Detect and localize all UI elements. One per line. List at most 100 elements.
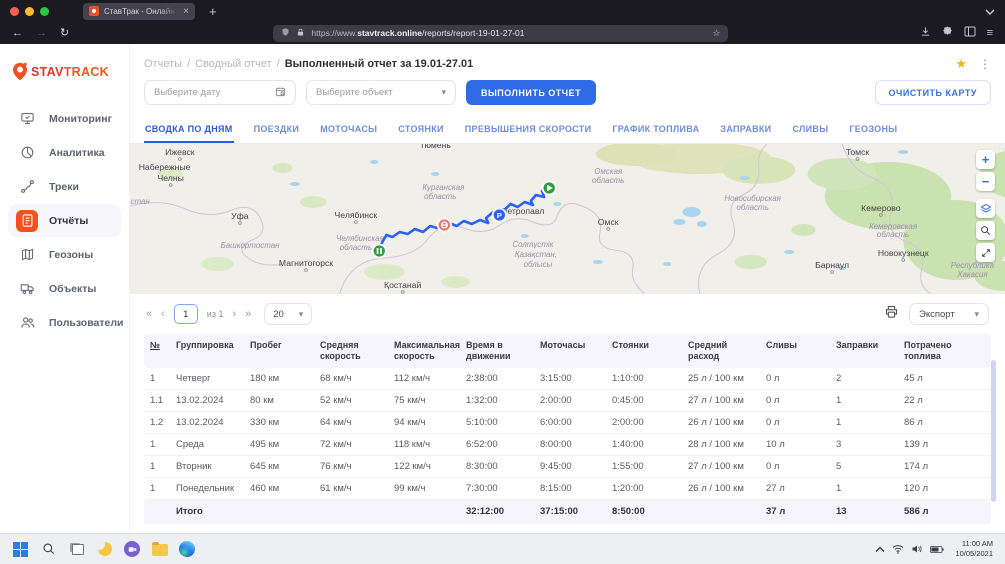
route-marker-parking[interactable]: P bbox=[493, 209, 506, 222]
map-region-label: область bbox=[592, 176, 624, 185]
chevron-down-icon: ▾ bbox=[974, 310, 979, 319]
stavtrack-logo[interactable]: STAVTRACK bbox=[0, 56, 129, 101]
calendar-icon[interactable] bbox=[275, 86, 286, 99]
fullscreen-button[interactable] bbox=[976, 243, 995, 262]
map-region-label: область bbox=[340, 243, 372, 252]
night-mode-moon-icon[interactable] bbox=[96, 541, 113, 558]
clear-map-button[interactable]: ОЧИСТИТЬ КАРТУ bbox=[875, 80, 991, 105]
taskbar-search-icon[interactable] bbox=[40, 541, 57, 558]
sidebar-item-label: Объекты bbox=[49, 283, 96, 295]
table-cell: 80 км bbox=[244, 395, 314, 406]
table-row[interactable]: 1Четверг180 км68 км/ч112 км/ч2:38:003:15… bbox=[144, 368, 991, 390]
map-search-button[interactable] bbox=[976, 221, 995, 240]
tab-7[interactable]: СЛИВЫ bbox=[791, 118, 829, 143]
tab-4[interactable]: ПРЕВЫШЕНИЯ СКОРОСТИ bbox=[464, 118, 593, 143]
tracking-shield-icon[interactable] bbox=[281, 24, 290, 42]
bookmark-star-icon[interactable]: ☆ bbox=[712, 28, 720, 39]
url-bar[interactable]: https://www.stavtrack.online/reports/rep… bbox=[273, 25, 728, 42]
next-page-button[interactable]: › bbox=[232, 309, 236, 320]
table-row[interactable]: 1Вторник645 км76 км/ч122 км/ч8:30:009:45… bbox=[144, 456, 991, 478]
tab-6[interactable]: ЗАПРАВКИ bbox=[719, 118, 772, 143]
favorite-star-icon[interactable]: ★ bbox=[955, 57, 967, 70]
table-cell: 1 bbox=[830, 395, 898, 406]
start-button[interactable] bbox=[12, 541, 29, 558]
run-report-button[interactable]: ВЫПОЛНИТЬ ОТЧЕТ bbox=[466, 80, 596, 105]
column-header: Заправки bbox=[830, 340, 898, 351]
sidebar-item-label: Аналитика bbox=[49, 147, 105, 159]
route-marker-alert[interactable] bbox=[438, 219, 451, 232]
table-row[interactable]: 1Понедельник460 км61 км/ч99 км/ч7:30:008… bbox=[144, 478, 991, 500]
map-region-label: область bbox=[737, 203, 769, 212]
route-marker-pause[interactable] bbox=[373, 245, 386, 258]
menu-icon[interactable]: ≡ bbox=[987, 27, 993, 39]
breadcrumb-reports-link[interactable]: Отчеты bbox=[144, 58, 182, 70]
sidebar-item-monitoring[interactable]: Мониторинг bbox=[8, 102, 121, 135]
tab-5[interactable]: ГРАФИК ТОПЛИВА bbox=[611, 118, 700, 143]
route-marker-play[interactable] bbox=[543, 182, 556, 195]
total-cell: 32:12:00 bbox=[460, 506, 534, 517]
table-cell: 118 км/ч bbox=[388, 439, 460, 450]
reload-icon[interactable]: ↻ bbox=[60, 28, 69, 39]
sidebar-toggle-icon[interactable] bbox=[964, 24, 976, 42]
task-view-icon[interactable] bbox=[68, 541, 85, 558]
system-tray[interactable]: 11:00 AM 10/05/2021 bbox=[875, 539, 993, 559]
table-row[interactable]: 1.213.02.2024330 км64 км/ч94 км/ч5:10:00… bbox=[144, 412, 991, 434]
zoom-in-button[interactable]: + bbox=[976, 150, 995, 169]
sidebar-item-analytics[interactable]: Аналитика bbox=[8, 136, 121, 169]
date-input[interactable]: Выберите дату bbox=[144, 80, 296, 105]
tab-2[interactable]: МОТОЧАСЫ bbox=[319, 118, 378, 143]
extensions-icon[interactable] bbox=[942, 24, 953, 42]
tab-close-icon[interactable]: × bbox=[183, 6, 189, 17]
export-select[interactable]: Экспорт ▾ bbox=[909, 303, 989, 325]
zoom-out-button[interactable]: − bbox=[976, 172, 995, 191]
table-cell: 0 л bbox=[760, 417, 830, 428]
edge-browser-icon[interactable] bbox=[179, 541, 195, 557]
sidebar-item-objects[interactable]: Объекты bbox=[8, 272, 121, 305]
sidebar-item-geozones[interactable]: Геозоны bbox=[8, 238, 121, 271]
file-explorer-icon[interactable] bbox=[151, 541, 168, 558]
table-cell: 52 км/ч bbox=[314, 395, 388, 406]
forward-icon[interactable]: → bbox=[36, 28, 47, 39]
total-cell: 37:15:00 bbox=[534, 506, 606, 517]
tab-1[interactable]: ПОЕЗДКИ bbox=[253, 118, 301, 143]
window-minimize-button[interactable] bbox=[25, 7, 34, 16]
new-tab-button[interactable]: + bbox=[209, 5, 217, 18]
window-maximize-button[interactable] bbox=[40, 7, 49, 16]
taskbar-clock[interactable]: 11:00 AM 10/05/2021 bbox=[955, 539, 993, 559]
sidebar-item-tracks[interactable]: Треки bbox=[8, 170, 121, 203]
map[interactable]: ИжевскНабережныеЧелныУфаЧелябинскМагнито… bbox=[130, 144, 1005, 294]
tab-3[interactable]: СТОЯНКИ bbox=[397, 118, 444, 143]
browser-tab[interactable]: СтавТрак - Онлайн мониторинг × bbox=[83, 3, 195, 20]
back-icon[interactable]: ← bbox=[12, 28, 23, 39]
tab-0[interactable]: СВОДКА ПО ДНЯМ bbox=[144, 118, 234, 143]
chat-icon[interactable] bbox=[124, 541, 140, 557]
object-select[interactable]: Выберите объект ▾ bbox=[306, 80, 456, 105]
window-close-button[interactable] bbox=[10, 7, 19, 16]
table-cell: 22 л bbox=[898, 395, 991, 406]
page-size-select[interactable]: 20 ▾ bbox=[264, 303, 312, 325]
sidebar-item-users[interactable]: Пользователи bbox=[8, 306, 121, 339]
last-page-button[interactable]: » bbox=[245, 309, 251, 320]
table-cell: 1 bbox=[830, 417, 898, 428]
tab-8[interactable]: ГЕОЗОНЫ bbox=[848, 118, 898, 143]
first-page-button[interactable]: « bbox=[146, 309, 152, 320]
prev-page-button[interactable]: ‹ bbox=[161, 309, 165, 320]
page-count-label: из 1 bbox=[207, 309, 224, 319]
table-row[interactable]: 1.113.02.202480 км52 км/ч75 км/ч1:32:002… bbox=[144, 390, 991, 412]
breadcrumb-summary-link[interactable]: Сводный отчет bbox=[195, 58, 272, 70]
layers-button[interactable] bbox=[976, 199, 995, 218]
sidebar-item-reports[interactable]: Отчёты bbox=[8, 204, 121, 237]
table-cell: 9:45:00 bbox=[534, 461, 606, 472]
print-icon[interactable] bbox=[884, 304, 899, 324]
tab-list-chevron-icon[interactable] bbox=[985, 2, 995, 20]
vertical-scrollbar[interactable] bbox=[991, 360, 996, 502]
page-number-input[interactable]: 1 bbox=[174, 304, 198, 324]
table-cell: 5 bbox=[830, 461, 898, 472]
map-region-label: Хакасия bbox=[956, 270, 988, 279]
kebab-menu-icon[interactable]: ⋮ bbox=[979, 58, 991, 70]
table-row[interactable]: 1Среда495 км72 км/ч118 км/ч6:52:008:00:0… bbox=[144, 434, 991, 456]
downloads-icon[interactable] bbox=[920, 24, 931, 42]
total-cell: 8:50:00 bbox=[606, 506, 682, 517]
table-cell: 495 км bbox=[244, 439, 314, 450]
table-cell: 2:38:00 bbox=[460, 373, 534, 384]
